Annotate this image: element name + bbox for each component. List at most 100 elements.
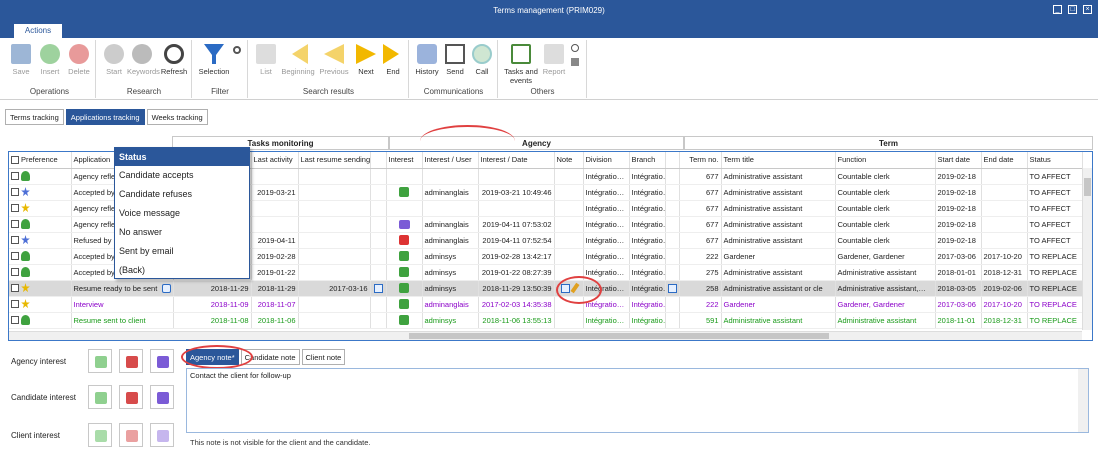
column-header[interactable]: Term title [721,152,836,169]
table-row[interactable]: Interview 2018-11-09 2018-11-07 adminanglai… [9,296,1083,313]
grid-cell[interactable]: 2017-10-20 [981,248,1028,265]
report-button[interactable]: Report [539,44,569,76]
grid-cell[interactable]: Intégratio… [629,168,666,185]
row-checkbox[interactable] [11,268,19,276]
minimize-icon[interactable]: _ [1053,5,1062,14]
grid-cell[interactable] [422,200,479,217]
keywords-button[interactable]: Keywords [127,44,160,76]
row-checkbox[interactable] [11,188,19,196]
grid-cell[interactable]: 2018-11-01 [935,312,982,329]
grid-cell[interactable] [554,248,584,265]
grid-cell[interactable]: Administrative assistant or cle [721,280,836,297]
grid-cell[interactable]: adminanglais [422,296,479,313]
grid-cell[interactable] [386,200,423,217]
tab-weeks-tracking[interactable]: Weeks tracking [146,109,208,125]
menu-item-back[interactable]: (Back) [115,261,249,280]
grid-cell[interactable] [298,264,371,281]
grid-cell[interactable] [386,280,423,297]
preference-cell[interactable] [9,312,72,329]
grid-cell[interactable]: 2019-02-18 [935,200,982,217]
grid-cell[interactable] [386,168,423,185]
grid-cell[interactable]: Administrative assistant [835,264,936,281]
column-header[interactable] [370,152,387,169]
column-header[interactable]: End date [981,152,1028,169]
grid-cell[interactable]: Administrative assistant,… [835,280,936,297]
send-button[interactable]: Send [440,44,470,76]
preference-cell[interactable] [9,200,72,217]
print-icon[interactable] [571,58,579,66]
grid-cell[interactable]: 2019-04-11 07:53:02 [478,216,555,233]
column-header[interactable]: Last activity [251,152,299,169]
clock-icon[interactable] [571,44,579,52]
grid-cell[interactable]: 258 [679,280,722,297]
grid-cell[interactable]: 2019-01-22 [251,264,299,281]
grid-cell[interactable]: Intégratio… [629,200,666,217]
grid-cell[interactable]: TO REPLACE [1027,312,1083,329]
row-checkbox[interactable] [11,172,19,180]
grid-cell[interactable]: Gardener, Gardener [835,296,936,313]
grid-cell[interactable] [370,216,387,233]
grid-cell[interactable]: 2018-12-31 [981,264,1028,281]
grid-cell[interactable] [665,312,680,329]
column-header[interactable]: Branch [629,152,666,169]
grid-cell[interactable]: 2018-12-31 [981,312,1028,329]
grid-cell[interactable]: 2019-02-28 13:42:17 [478,248,555,265]
table-row[interactable]: Resume sent to client 2018-11-08 2018-11-0… [9,312,1083,329]
beginning-button[interactable]: Beginning [280,44,316,76]
grid-cell[interactable]: Intégratio… [583,184,630,201]
save-button[interactable]: Save [6,44,36,76]
preference-cell[interactable] [9,296,72,313]
grid-cell[interactable] [554,280,584,297]
grid-cell[interactable] [981,232,1028,249]
grid-cell[interactable]: Intégratio… [629,312,666,329]
thumb-up-button[interactable] [88,349,112,373]
grid-cell[interactable]: Administrative assistant [835,312,936,329]
selection-button[interactable]: Selection [196,44,232,76]
grid-cell[interactable] [386,216,423,233]
menu-item-sent-by-email[interactable]: Sent by email [115,242,249,261]
grid-cell[interactable]: Intégratio… [583,264,630,281]
grid-cell[interactable]: adminanglais [422,184,479,201]
grid-cell[interactable] [478,200,555,217]
grid-cell[interactable] [386,232,423,249]
grid-cell[interactable] [665,168,680,185]
tab-terms-tracking[interactable]: Terms tracking [5,109,64,125]
grid-cell[interactable]: Intégratio… [583,232,630,249]
call-button[interactable]: Call [467,44,497,76]
grid-cell[interactable]: Administrative assistant [721,184,836,201]
grid-cell[interactable] [386,312,423,329]
grid-cell[interactable]: 2018-11-29 [173,280,252,297]
grid-cell[interactable]: Intégratio… [629,296,666,313]
grid-cell[interactable] [298,168,371,185]
grid-cell[interactable]: Countable clerk [835,184,936,201]
grid-cell[interactable]: 677 [679,168,722,185]
horizontal-scrollbar[interactable] [9,331,1082,340]
previous-button[interactable]: Previous [317,44,351,76]
tab-actions[interactable]: Actions [14,24,62,38]
grid-cell[interactable]: 2017-10-20 [981,296,1028,313]
close-icon[interactable]: × [1083,5,1092,14]
grid-cell[interactable]: 222 [679,296,722,313]
grid-cell[interactable]: Intégratio… [629,232,666,249]
preference-cell[interactable] [9,280,72,297]
grid-cell[interactable]: 2019-03-21 10:49:46 [478,184,555,201]
grid-cell[interactable] [665,248,680,265]
grid-cell[interactable]: 2017-03-06 [935,248,982,265]
grid-cell[interactable] [298,312,371,329]
grid-cell[interactable] [370,312,387,329]
grid-cell[interactable] [665,184,680,201]
column-header[interactable]: Last resume sending [298,152,371,169]
preference-cell[interactable] [9,232,72,249]
grid-cell[interactable] [251,200,299,217]
tasks-and-events-button[interactable]: Tasks and events [501,44,541,85]
thumb-down-button[interactable] [119,385,143,409]
grid-cell[interactable] [554,200,584,217]
grid-cell[interactable]: TO REPLACE [1027,264,1083,281]
grid-cell[interactable]: 2019-02-18 [935,216,982,233]
grid-cell[interactable] [554,216,584,233]
maximize-icon[interactable]: □ [1068,5,1077,14]
grid-cell[interactable] [554,264,584,281]
table-row[interactable]: Resume ready to be sent 2018-11-29 2018-11… [9,280,1083,297]
grid-cell[interactable]: 677 [679,200,722,217]
grid-cell[interactable]: 591 [679,312,722,329]
